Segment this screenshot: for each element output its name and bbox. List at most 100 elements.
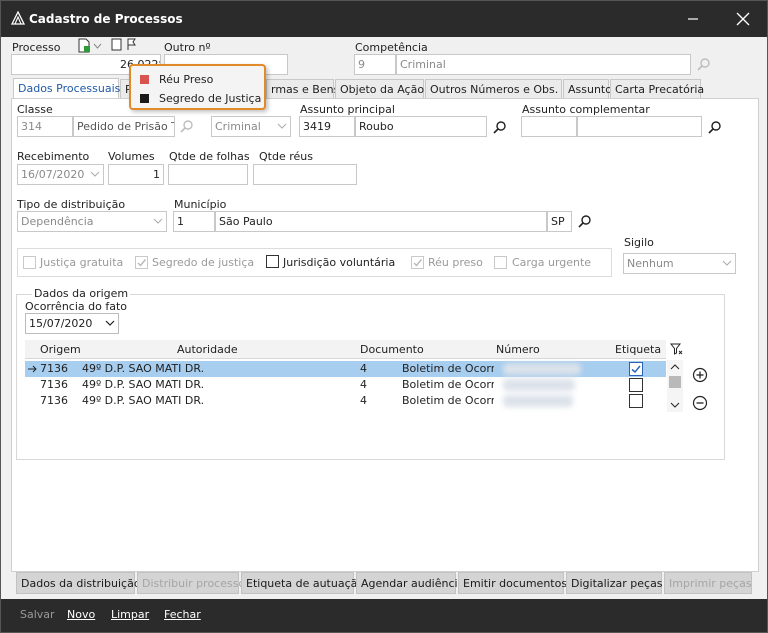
table-row[interactable]: 7136 49º D.P. SAO MATI DR. 4 Boletim de … [25, 361, 666, 377]
chevron-down-icon[interactable] [670, 402, 680, 409]
menu-item-reu-preso[interactable]: Réu Preso [137, 71, 257, 89]
classe-field[interactable]: Pedido de Prisão T [73, 116, 175, 137]
justica-gratuita-checkbox[interactable] [23, 256, 36, 269]
competencia-code-field[interactable]: 9 [354, 54, 396, 75]
search-icon[interactable] [707, 120, 723, 136]
carga-urgente-label: Carga urgente [512, 256, 592, 269]
ocorrencia-fato-date-picker[interactable]: 15/07/2020 [25, 313, 119, 334]
dados-distribuicao-button[interactable]: Dados da distribuição [16, 572, 141, 594]
sigilo-label: Sigilo [624, 236, 654, 249]
volumes-label: Volumes [108, 150, 155, 163]
tipo-distribuicao-label: Tipo de distribuição [17, 198, 126, 211]
assunto-principal-field[interactable]: Roubo [355, 116, 487, 137]
segredo-justica-checkbox[interactable] [135, 256, 148, 269]
app-logo-icon [11, 11, 25, 25]
assunto-complementar-label: Assunto complementar [522, 103, 650, 116]
search-icon [697, 58, 710, 71]
etiqueta-checkbox[interactable] [629, 378, 643, 392]
assunto-comp-code-field[interactable] [521, 116, 577, 137]
limpar-button[interactable]: Limpar [111, 608, 149, 621]
classe-code-field[interactable]: 314 [17, 116, 73, 137]
etiqueta-autuacao-button[interactable]: Etiqueta de autuação [241, 572, 364, 594]
chevron-down-icon [105, 320, 115, 326]
black-swatch-icon [140, 94, 149, 103]
tab-dados-processuais[interactable]: Dados Processuais [13, 78, 120, 99]
scrollbar-thumb[interactable] [669, 376, 681, 388]
table-row[interactable]: 7136 49º D.P. SAO MATI DR. 4 Boletim de … [25, 377, 666, 393]
origem-grid-header: Origem Autoridade Documento Número Etiqu… [25, 340, 666, 359]
redacted-number [503, 395, 573, 407]
tab-armas-e-bens[interactable]: rmas e Bens [266, 79, 339, 98]
imprimir-pecas-button[interactable]: Imprimir peças [664, 572, 752, 594]
emitir-documentos-button[interactable]: Emitir documentos [458, 572, 567, 594]
main-window: Cadastro de Processos Processo 26.0228 O… [0, 0, 768, 633]
distribuir-processo-button[interactable]: Distribuir processo [137, 572, 245, 594]
document-icon[interactable] [111, 38, 122, 51]
uf-field[interactable]: SP [547, 211, 572, 232]
flag-icon[interactable] [126, 38, 137, 51]
sigilo-combo[interactable]: Nenhum [623, 253, 736, 274]
col-numero[interactable]: Número [496, 343, 540, 356]
redacted-number [503, 379, 575, 391]
col-autoridade[interactable]: Autoridade [177, 343, 238, 356]
grid-scrollbar[interactable] [667, 360, 683, 412]
volumes-field[interactable]: 1 [108, 164, 164, 185]
window-title: Cadastro de Processos [29, 12, 183, 26]
tab-objeto-da-acao[interactable]: Objeto da Ação [335, 79, 424, 98]
municipio-code-field[interactable]: 1 [173, 211, 215, 232]
chevron-down-icon [722, 260, 732, 266]
qtde-reus-field[interactable] [253, 164, 357, 185]
checkmark-icon [631, 365, 641, 374]
remove-circle-icon[interactable] [692, 395, 708, 411]
flags-popup-menu: Réu Preso Segredo de Justiça [129, 64, 266, 110]
jurisdicao-voluntaria-checkbox[interactable] [266, 255, 279, 268]
assunto-principal-label: Assunto principal [300, 103, 395, 116]
competencia-label: Competência [355, 41, 428, 54]
assunto-code-field[interactable]: 3419 [299, 116, 355, 137]
classe-tipo-combo[interactable]: Criminal [211, 116, 291, 137]
col-etiqueta[interactable]: Etiqueta [615, 343, 661, 356]
new-document-icon[interactable] [76, 38, 92, 53]
tab-outros-numeros[interactable]: Outros Números e Obs. [425, 79, 562, 98]
col-documento[interactable]: Documento [360, 343, 424, 356]
etiqueta-checkbox[interactable] [629, 362, 643, 376]
filter-icon[interactable] [670, 342, 684, 356]
menu-item-segredo-justica[interactable]: Segredo de Justiça [137, 90, 262, 108]
col-origem[interactable]: Origem [40, 343, 81, 356]
chevron-down-icon[interactable] [93, 42, 102, 50]
recebimento-label: Recebimento [17, 150, 90, 163]
salvar-button[interactable]: Salvar [20, 608, 55, 621]
qtde-folhas-field[interactable] [168, 164, 248, 185]
jurisdicao-voluntaria-label: Jurisdição voluntária [283, 256, 396, 269]
reu-preso-checkbox[interactable] [411, 256, 424, 269]
fechar-button[interactable]: Fechar [164, 608, 201, 621]
competencia-field[interactable]: Criminal [396, 54, 691, 75]
bottom-bar: Salvar Novo Limpar Fechar [1, 599, 767, 632]
carga-urgente-checkbox[interactable] [494, 256, 507, 269]
municipio-field[interactable]: São Paulo [215, 211, 547, 232]
search-icon[interactable] [492, 120, 508, 136]
chevron-down-icon [90, 171, 100, 177]
agendar-audiencia-button[interactable]: Agendar audiência [356, 572, 464, 594]
recebimento-date-picker[interactable]: 16/07/2020 [17, 164, 104, 185]
tipo-distribuicao-combo[interactable]: Dependência [17, 211, 167, 232]
municipio-label: Município [174, 198, 227, 211]
chevron-up-icon[interactable] [670, 363, 680, 370]
etiqueta-checkbox[interactable] [629, 394, 643, 408]
search-icon[interactable] [577, 214, 593, 230]
digitalizar-pecas-button[interactable]: Digitalizar peças [566, 572, 663, 594]
arrow-right-icon [28, 365, 37, 373]
tab-assuntos[interactable]: Assuntos [563, 79, 618, 98]
checkmark-icon [137, 259, 147, 267]
tab-carta-precatoria[interactable]: Carta Precatória [610, 79, 704, 98]
assunto-complementar-field[interactable] [577, 116, 702, 137]
reu-preso-label: Réu preso [428, 256, 483, 269]
add-circle-icon[interactable] [692, 367, 708, 383]
ocorrencia-fato-label: Ocorrência do fato [25, 300, 127, 313]
minimize-icon[interactable] [685, 11, 701, 27]
novo-button[interactable]: Novo [67, 608, 95, 621]
redacted-number [503, 363, 581, 375]
qtde-reus-label: Qtde réus [259, 150, 313, 163]
close-icon[interactable] [735, 11, 751, 27]
table-row[interactable]: 7136 49º D.P. SAO MATI DR. 4 Boletim de … [25, 393, 666, 409]
